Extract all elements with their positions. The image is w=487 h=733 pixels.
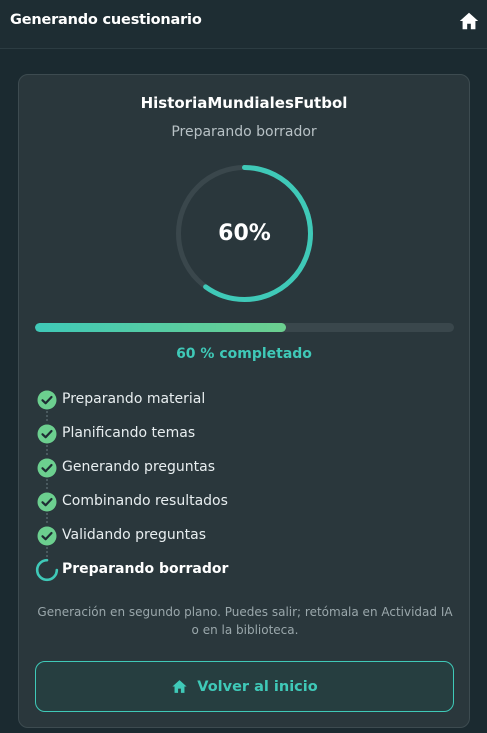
step-label: Combinando resultados	[62, 493, 228, 509]
progress-ring: 60%	[174, 163, 315, 304]
home-icon	[459, 12, 479, 30]
step-connector	[46, 411, 48, 421]
progress-bar-fill	[35, 323, 287, 332]
step-label: Generando preguntas	[62, 459, 216, 475]
step-connector	[46, 445, 48, 455]
progress-text: 60 % completado	[176, 346, 312, 362]
page-title: Generando cuestionario	[10, 12, 202, 28]
step-label: Validando preguntas	[62, 527, 207, 543]
step-connector	[46, 513, 48, 523]
step-item: Preparando borrador	[35, 558, 437, 593]
step-label: Preparando borrador	[62, 561, 229, 577]
progress-card: HistoriaMundialesFutbol Preparando borra…	[18, 74, 470, 728]
back-to-home-label: Volver al inicio	[197, 678, 318, 695]
check-circle-icon	[37, 390, 57, 410]
step-item: Generando preguntas	[37, 457, 437, 491]
check-circle-icon	[37, 424, 57, 444]
step-list: Preparando material Planificando temas Gen…	[35, 389, 437, 593]
progress-bar	[35, 323, 454, 332]
home-button[interactable]	[458, 10, 480, 32]
step-label: Planificando temas	[62, 425, 196, 441]
home-icon	[172, 680, 187, 693]
step-connector	[46, 479, 48, 489]
current-phase: Preparando borrador	[171, 124, 317, 140]
step-label: Preparando material	[62, 391, 206, 407]
step-item: Preparando material	[37, 389, 437, 423]
top-bar: Generando cuestionario	[0, 0, 487, 49]
step-item: Planificando temas	[37, 423, 437, 457]
check-circle-icon	[37, 526, 57, 546]
back-to-home-button[interactable]: Volver al inicio	[35, 661, 454, 712]
spinner-icon	[35, 558, 59, 582]
progress-percent-label: 60%	[218, 221, 271, 246]
check-circle-icon	[37, 492, 57, 512]
step-item: Validando preguntas	[37, 525, 437, 559]
background-note: Generación en segundo plano. Puedes sali…	[37, 605, 453, 637]
check-circle-icon	[37, 458, 57, 478]
step-connector	[46, 547, 48, 557]
step-item: Combinando resultados	[37, 491, 437, 525]
quiz-name: HistoriaMundialesFutbol	[140, 94, 348, 112]
